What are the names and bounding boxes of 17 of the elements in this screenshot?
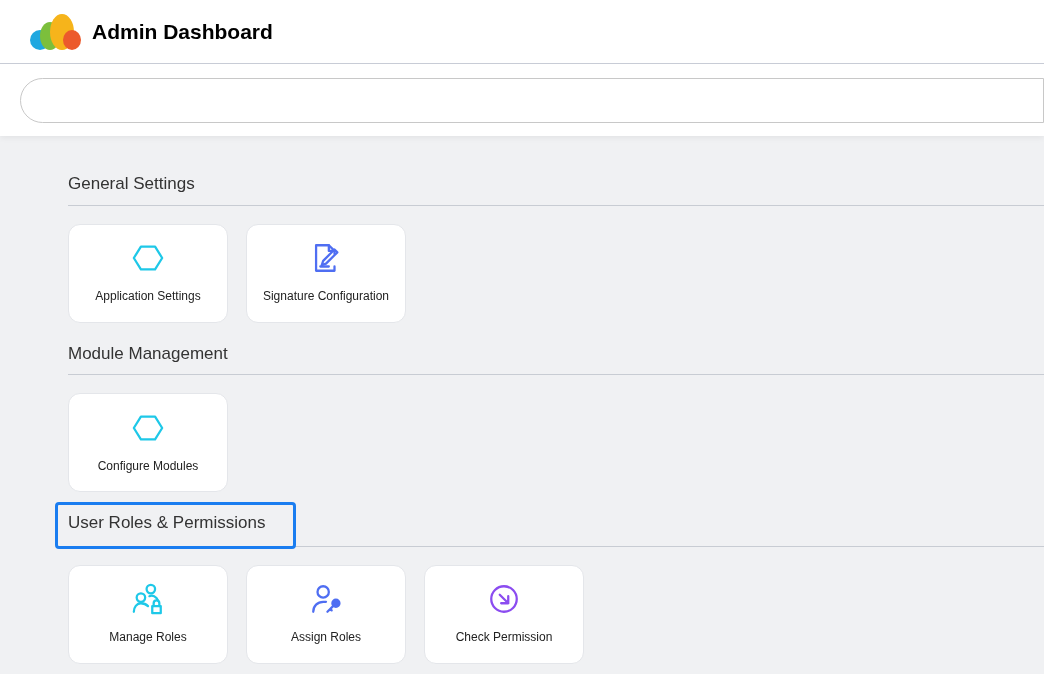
settings-tile[interactable]: Assign Roles bbox=[246, 564, 406, 664]
tile-label: Application Settings bbox=[95, 288, 201, 305]
settings-tile[interactable]: Manage Roles bbox=[68, 564, 228, 664]
app-title: Admin Dashboard bbox=[92, 18, 273, 45]
settings-tile[interactable]: Application Settings bbox=[68, 223, 228, 323]
section-heading: Module Management bbox=[68, 342, 228, 365]
tile-label: Check Permission bbox=[455, 629, 553, 646]
section-heading: General Settings bbox=[68, 173, 195, 195]
section-heading: User Roles & Permissions bbox=[55, 502, 297, 549]
tile-label: Signature Configuration bbox=[262, 288, 390, 305]
tile-label: Configure Modules bbox=[97, 457, 199, 475]
settings-tile[interactable]: Check Permission bbox=[424, 564, 584, 664]
tile-label: Assign Roles bbox=[291, 629, 361, 646]
logo-icon bbox=[28, 13, 84, 50]
tile-label: Manage Roles bbox=[109, 629, 187, 646]
settings-tile[interactable]: Signature Configuration bbox=[246, 223, 406, 323]
settings-tile[interactable]: Configure Modules bbox=[68, 393, 228, 492]
